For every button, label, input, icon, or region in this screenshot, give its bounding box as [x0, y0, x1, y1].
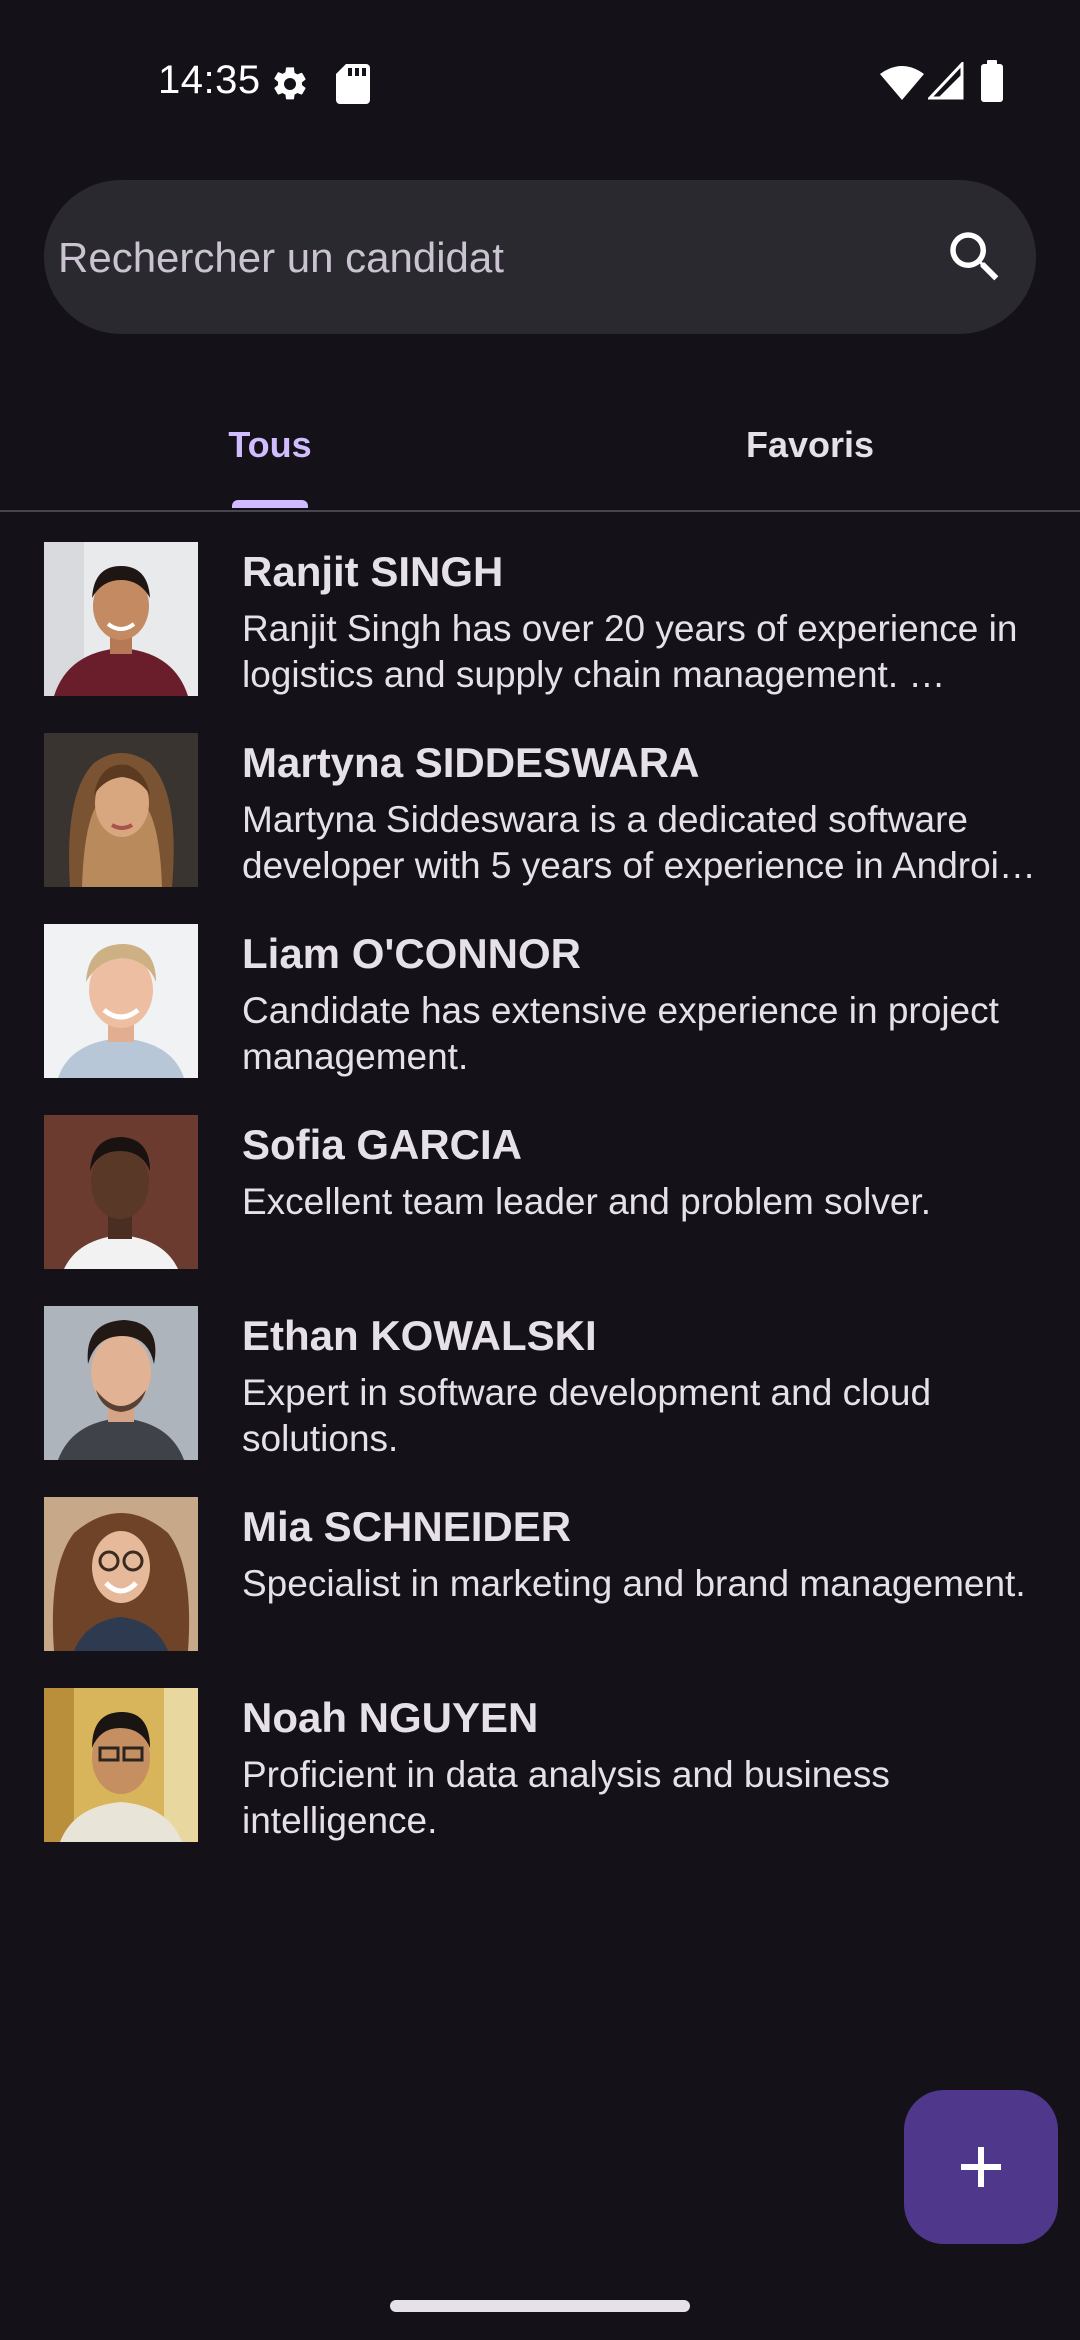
candidate-avatar	[44, 1497, 198, 1651]
signal-icon	[928, 62, 964, 100]
plus-icon	[961, 2147, 1001, 2187]
candidate-item[interactable]: Ranjit SINGH Ranjit Singh has over 20 ye…	[0, 540, 1080, 731]
candidate-item[interactable]: Ethan KOWALSKI Expert in software develo…	[0, 1304, 1080, 1495]
candidate-name: Noah NGUYEN	[242, 1694, 539, 1741]
candidate-avatar	[44, 1115, 198, 1269]
candidate-name: Martyna SIDDESWARA	[242, 739, 700, 786]
candidate-item[interactable]: Mia SCHNEIDER Specialist in marketing an…	[0, 1495, 1080, 1686]
candidate-name: Ethan KOWALSKI	[242, 1312, 597, 1359]
candidate-description: Specialist in marketing and brand manage…	[242, 1563, 1026, 1604]
candidate-description: Candidate has extensive experience in pr…	[242, 990, 999, 1077]
candidate-avatar	[44, 542, 198, 696]
candidate-item[interactable]: Liam O'CONNOR Candidate has extensive ex…	[0, 922, 1080, 1113]
candidate-avatar	[44, 1306, 198, 1460]
tab-indicator	[232, 500, 308, 508]
candidate-description: Excellent team leader and problem solver…	[242, 1181, 931, 1222]
search-input[interactable]	[56, 180, 920, 336]
search-bar[interactable]	[44, 180, 1036, 336]
search-icon[interactable]	[942, 224, 1008, 290]
battery-icon	[981, 60, 1003, 102]
candidate-list: Ranjit SINGH Ranjit Singh has over 20 ye…	[0, 540, 1080, 1877]
status-time: 14:35	[158, 58, 261, 102]
candidate-item[interactable]: Martyna SIDDESWARA Martyna Siddeswara is…	[0, 731, 1080, 922]
candidate-description: Proficient in data analysis and business…	[242, 1754, 890, 1841]
candidate-avatar	[44, 1688, 198, 1842]
candidate-description: Martyna Siddeswara is a dedicated softwa…	[242, 799, 1036, 886]
candidate-name: Liam O'CONNOR	[242, 930, 582, 977]
add-candidate-button[interactable]	[904, 2090, 1058, 2244]
gear-icon	[274, 67, 306, 100]
tab-tous[interactable]: Tous	[0, 390, 540, 510]
home-indicator[interactable]	[390, 2300, 690, 2312]
candidate-name: Ranjit SINGH	[242, 548, 504, 595]
candidate-item[interactable]: Noah NGUYEN Proficient in data analysis …	[0, 1686, 1080, 1877]
candidate-avatar	[44, 924, 198, 1078]
candidate-avatar	[44, 733, 198, 887]
tab-bar: Tous Favoris	[0, 390, 1080, 512]
candidate-description: Expert in software development and cloud…	[242, 1372, 932, 1459]
candidate-item[interactable]: Sofia GARCIA Excellent team leader and p…	[0, 1113, 1080, 1304]
wifi-icon	[880, 66, 924, 100]
sd-card-icon	[336, 64, 370, 104]
tab-favoris[interactable]: Favoris	[540, 390, 1080, 510]
candidate-description: Ranjit Singh has over 20 years of experi…	[242, 608, 1018, 695]
status-bar: 14:35	[0, 0, 1080, 165]
candidate-name: Sofia GARCIA	[242, 1121, 523, 1168]
candidate-name: Mia SCHNEIDER	[242, 1503, 572, 1550]
